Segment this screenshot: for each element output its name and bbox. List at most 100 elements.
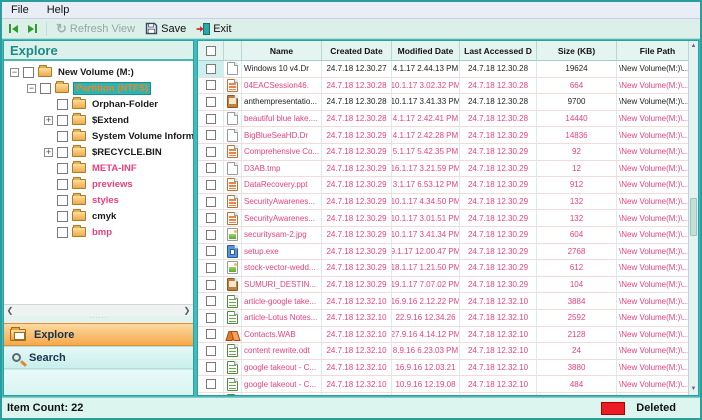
table-row[interactable]: Google Takeout-E...24.7.18 12.32.1022.9.… bbox=[198, 393, 698, 395]
row-checkbox[interactable] bbox=[206, 97, 216, 107]
tree-item[interactable]: System Volume Information bbox=[4, 128, 193, 144]
table-row[interactable]: content rewrite.odt24.7.18 12.32.108.9.1… bbox=[198, 343, 698, 360]
table-row[interactable]: 04EACSession46.24.7.18 12.30.2810.1.17 3… bbox=[198, 78, 698, 95]
row-checkbox[interactable] bbox=[206, 230, 216, 240]
expand-icon[interactable]: + bbox=[44, 148, 53, 157]
tree-item[interactable]: −New Volume (M:) bbox=[4, 64, 193, 80]
row-checkbox[interactable] bbox=[206, 346, 216, 356]
table-row[interactable]: anthempresentatio...24.7.18 12.30.2810.1… bbox=[198, 94, 698, 111]
folder-icon bbox=[72, 131, 86, 141]
header-last-accessed[interactable]: Last Accessed D bbox=[460, 41, 537, 60]
row-checkbox[interactable] bbox=[206, 280, 216, 290]
row-checkbox[interactable] bbox=[206, 213, 216, 223]
tree-checkbox[interactable] bbox=[57, 211, 68, 222]
scroll-track[interactable] bbox=[16, 306, 181, 316]
cell-size: 2768 bbox=[537, 244, 617, 260]
table-row[interactable]: securitysam-2.jpg24.7.18 12.30.2910.1.17… bbox=[198, 227, 698, 244]
header-name[interactable]: Name bbox=[242, 41, 322, 60]
expand-icon[interactable]: + bbox=[44, 116, 53, 125]
tree-item[interactable]: Orphan-Folder bbox=[4, 96, 193, 112]
row-checkbox[interactable] bbox=[206, 197, 216, 207]
row-icon-cell bbox=[224, 161, 242, 177]
row-checkbox[interactable] bbox=[206, 379, 216, 389]
collapse-icon[interactable]: − bbox=[27, 84, 36, 93]
tree-item[interactable]: cmyk bbox=[4, 208, 193, 224]
table-row[interactable]: SecurityAwarenes...24.7.18 12.30.2910.1.… bbox=[198, 194, 698, 211]
tree-item[interactable]: styles bbox=[4, 192, 193, 208]
row-checkbox[interactable] bbox=[206, 114, 216, 124]
tree-item[interactable]: +$Extend bbox=[4, 112, 193, 128]
save-button[interactable]: Save bbox=[142, 20, 189, 38]
table-row[interactable]: D3AB.tmp24.7.18 12.30.2916.1.17 3.21.59 … bbox=[198, 161, 698, 178]
header-modified-date[interactable]: Modified Date bbox=[392, 41, 460, 60]
table-vertical-scrollbar[interactable]: ▲ ▼ bbox=[688, 41, 698, 395]
vscroll-track[interactable] bbox=[689, 52, 698, 384]
tree-item[interactable]: +$RECYCLE.BIN bbox=[4, 144, 193, 160]
tree-checkbox[interactable] bbox=[57, 115, 68, 126]
tree-checkbox[interactable] bbox=[57, 163, 68, 174]
nav-last-button[interactable] bbox=[25, 20, 40, 38]
table-row[interactable]: DataRecovery.ppt24.7.18 12.30.293.1.17 6… bbox=[198, 177, 698, 194]
menu-file[interactable]: File bbox=[2, 3, 38, 17]
select-all-checkbox[interactable] bbox=[206, 46, 216, 56]
tree-checkbox[interactable] bbox=[23, 67, 34, 78]
row-checkbox[interactable] bbox=[206, 246, 216, 256]
tree-checkbox[interactable] bbox=[57, 179, 68, 190]
table-row[interactable]: article-Lotus Notes...24.7.18 12.32.1022… bbox=[198, 310, 698, 327]
save-icon bbox=[145, 22, 158, 35]
exit-button[interactable]: Exit bbox=[193, 20, 234, 38]
vscroll-thumb[interactable] bbox=[690, 198, 697, 236]
header-created-date[interactable]: Created Date bbox=[322, 41, 392, 60]
tree-item[interactable]: previews bbox=[4, 176, 193, 192]
table-row[interactable]: Comprehensive Co...24.7.18 12.30.295.1.1… bbox=[198, 144, 698, 161]
refresh-view-button[interactable]: ↻ Refresh View bbox=[53, 20, 138, 38]
tree-item[interactable]: bmp bbox=[4, 224, 193, 240]
scroll-right-icon[interactable]: ❯ bbox=[181, 306, 193, 315]
table-row[interactable]: setup.exe24.7.18 12.30.299.1.17 12.00.47… bbox=[198, 244, 698, 261]
tree-checkbox[interactable] bbox=[57, 147, 68, 158]
table-row[interactable]: Windows 10 v4.Dr24.7.18 12.30.274.1.17 2… bbox=[198, 61, 698, 78]
menu-help[interactable]: Help bbox=[38, 3, 79, 17]
collapse-icon[interactable]: − bbox=[10, 68, 19, 77]
panel-splitter[interactable]: ······ bbox=[4, 316, 193, 323]
nav-first-button[interactable] bbox=[6, 20, 21, 38]
table-row[interactable]: google takeout - C...24.7.18 12.32.1016.… bbox=[198, 360, 698, 377]
row-checkbox[interactable] bbox=[206, 64, 216, 74]
expander-spacer bbox=[44, 100, 53, 109]
table-row[interactable]: SecurityAwarenes...24.7.18 12.30.2910.1.… bbox=[198, 210, 698, 227]
header-select-all[interactable] bbox=[198, 41, 224, 60]
tree-checkbox[interactable] bbox=[40, 83, 51, 94]
row-checkbox[interactable] bbox=[206, 163, 216, 173]
table-row[interactable]: google takeout - C...24.7.18 12.32.1010.… bbox=[198, 376, 698, 393]
search-mode-button[interactable]: Search bbox=[4, 346, 193, 369]
row-checkbox[interactable] bbox=[206, 130, 216, 140]
folder-icon bbox=[55, 83, 69, 93]
row-checkbox[interactable] bbox=[206, 263, 216, 273]
table-row[interactable]: stock-vector-wedd...24.7.18 12.30.2918.1… bbox=[198, 260, 698, 277]
tree-checkbox[interactable] bbox=[57, 227, 68, 238]
explore-mode-button[interactable]: Explore bbox=[4, 323, 193, 346]
scroll-left-icon[interactable]: ❮ bbox=[4, 306, 16, 315]
table-row[interactable]: Contacts.WAB24.7.18 12.32.1027.9.16 4.14… bbox=[198, 327, 698, 344]
row-checkbox[interactable] bbox=[206, 180, 216, 190]
table-row[interactable]: SUMURI_DESTIN...24.7.18 12.30.2919.1.17 … bbox=[198, 277, 698, 294]
tree-checkbox[interactable] bbox=[57, 99, 68, 110]
row-checkbox[interactable] bbox=[206, 329, 216, 339]
tree-item[interactable]: −Partition (NTFS) bbox=[4, 80, 193, 96]
row-checkbox[interactable] bbox=[206, 296, 216, 306]
header-file-path[interactable]: File Path bbox=[617, 41, 698, 60]
row-checkbox[interactable] bbox=[206, 313, 216, 323]
header-size[interactable]: Size (KB) bbox=[537, 41, 617, 60]
scroll-up-icon[interactable]: ▲ bbox=[691, 41, 697, 52]
table-row[interactable]: beautiful blue lake....24.7.18 12.30.284… bbox=[198, 111, 698, 128]
table-row[interactable]: article-google take...24.7.18 12.32.1016… bbox=[198, 293, 698, 310]
tree-checkbox[interactable] bbox=[57, 195, 68, 206]
row-checkbox[interactable] bbox=[206, 80, 216, 90]
row-checkbox-cell bbox=[198, 127, 224, 143]
row-checkbox[interactable] bbox=[206, 147, 216, 157]
table-row[interactable]: BigBlueSeaHD.Dr24.7.18 12.30.294.1.17 2.… bbox=[198, 127, 698, 144]
tree-item[interactable]: META-INF bbox=[4, 160, 193, 176]
tree-checkbox[interactable] bbox=[57, 131, 68, 142]
scroll-down-icon[interactable]: ▼ bbox=[691, 384, 697, 395]
row-checkbox[interactable] bbox=[206, 362, 216, 372]
